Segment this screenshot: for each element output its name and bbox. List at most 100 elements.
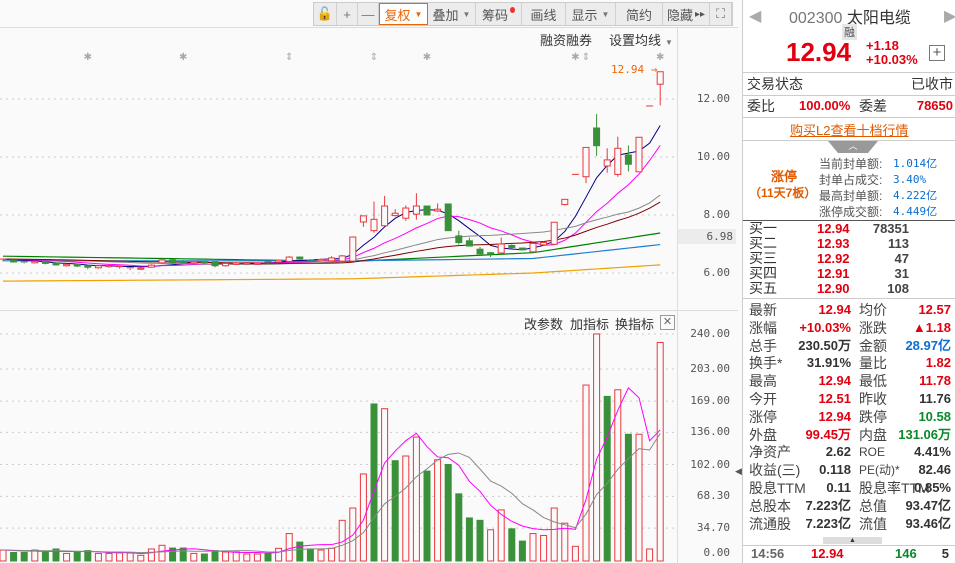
volume-bar[interactable] (593, 333, 601, 562)
volume-bar[interactable] (41, 551, 49, 562)
volume-bar[interactable] (624, 433, 632, 562)
bid-row[interactable]: 买二 12.93 113 (747, 236, 953, 252)
candle[interactable] (169, 259, 177, 264)
volume-bar[interactable] (381, 408, 389, 562)
event-arrow-icon[interactable]: ⇕ (582, 52, 590, 63)
volume-bar[interactable] (264, 552, 272, 562)
volume-bar[interactable] (359, 473, 367, 562)
volume-bar[interactable] (646, 548, 654, 562)
volume-bar[interactable] (94, 552, 102, 562)
candle[interactable] (285, 256, 293, 262)
volume-bar[interactable] (391, 460, 399, 562)
candle[interactable] (253, 262, 261, 265)
candle[interactable] (444, 203, 452, 232)
overlay-button[interactable]: 叠加 ▼ (428, 3, 476, 25)
volume-bar[interactable] (603, 395, 611, 562)
bid-row[interactable]: 买四 12.91 31 (747, 266, 953, 282)
add-indicator-button[interactable]: 加指标 (570, 314, 610, 333)
volume-bar[interactable] (253, 553, 261, 562)
candle[interactable] (317, 258, 325, 262)
volume-bar[interactable] (635, 433, 643, 562)
next-stock-icon[interactable]: ▶ (944, 6, 955, 26)
display-button[interactable]: 显示 ▼ (566, 3, 616, 25)
event-star-icon[interactable]: ✱ (571, 52, 579, 63)
candle[interactable] (222, 262, 230, 267)
volume-bar[interactable] (243, 553, 251, 562)
volume-bar[interactable] (20, 551, 28, 562)
zoom-out-button[interactable]: — (358, 3, 379, 25)
volume-bar[interactable] (0, 549, 7, 562)
volume-bar[interactable] (105, 552, 113, 562)
candle[interactable] (243, 261, 251, 265)
volume-bar[interactable] (73, 551, 81, 562)
volume-bar[interactable] (656, 341, 664, 562)
candle[interactable] (518, 247, 526, 251)
volume-bar[interactable] (434, 459, 442, 562)
event-arrow-icon[interactable]: ⇕ (370, 52, 378, 63)
zoom-in-button[interactable]: + (337, 3, 358, 25)
volume-bar[interactable] (317, 549, 325, 562)
volume-bar[interactable] (487, 529, 495, 562)
candle[interactable] (349, 236, 357, 262)
volume-bar[interactable] (31, 549, 39, 562)
volume-bar[interactable] (508, 528, 516, 562)
volume-bar[interactable] (126, 552, 134, 562)
volume-bar[interactable] (211, 550, 219, 562)
candle[interactable] (550, 221, 558, 245)
event-star-icon[interactable]: ✱ (179, 52, 187, 63)
volume-bar[interactable] (306, 548, 314, 562)
fullscreen-button[interactable]: ⛶ (710, 3, 732, 25)
volume-bar[interactable] (465, 517, 473, 562)
volume-bar[interactable] (296, 541, 304, 562)
candle[interactable] (52, 262, 60, 266)
lock-button[interactable]: 🔓 (314, 3, 337, 25)
volume-bar[interactable] (147, 548, 155, 562)
collapse-up-icon[interactable]: ︿ (828, 141, 878, 153)
candle[interactable] (561, 198, 569, 206)
kline-chart[interactable]: ✱ ✱ ⇕ ⇕ ✱ ✱ ⇕ ✱ (0, 0, 738, 563)
bid-row[interactable]: 买一 12.94 78351 (747, 221, 953, 237)
volume-bar[interactable] (518, 540, 526, 562)
chips-button[interactable]: 筹码 (476, 3, 522, 25)
volume-bar[interactable] (328, 547, 336, 562)
edit-params-button[interactable]: 改参数 (524, 314, 564, 333)
volume-bar[interactable] (571, 545, 579, 562)
candle[interactable] (296, 256, 304, 260)
simple-button[interactable]: 简约 (616, 3, 663, 25)
volume-bar[interactable] (497, 509, 505, 562)
candle[interactable] (63, 263, 71, 267)
candle[interactable] (10, 259, 18, 263)
candle[interactable] (137, 267, 145, 271)
volume-bar[interactable] (412, 436, 420, 562)
volume-bar[interactable] (285, 533, 293, 562)
candle[interactable] (338, 255, 346, 262)
candle[interactable] (232, 261, 240, 265)
volume-bar[interactable] (275, 547, 283, 562)
volume-bar[interactable] (423, 470, 431, 562)
candle[interactable] (147, 264, 155, 268)
volume-bar[interactable] (550, 507, 558, 562)
bid-row[interactable]: 买五 12.90 108 (747, 281, 953, 297)
volume-bar[interactable] (190, 552, 198, 562)
volume-bar[interactable] (540, 534, 548, 562)
volume-bar[interactable] (200, 553, 208, 562)
add-watchlist-icon[interactable]: + (929, 45, 945, 61)
volume-bar[interactable] (529, 533, 537, 562)
volume-bar[interactable] (232, 551, 240, 562)
volume-bar[interactable] (137, 554, 145, 562)
collapse-panel-handle[interactable]: ◀ (735, 462, 742, 480)
candle[interactable] (94, 265, 102, 269)
event-star-icon[interactable]: ✱ (84, 52, 92, 63)
event-star-icon[interactable]: ✱ (656, 52, 664, 63)
volume-bar[interactable] (582, 384, 590, 562)
prev-stock-icon[interactable]: ◀ (749, 6, 761, 26)
candle[interactable] (529, 242, 537, 253)
volume-bar[interactable] (476, 519, 484, 562)
event-star-icon[interactable]: ✱ (423, 52, 431, 63)
expand-ticks-icon[interactable]: ▲ (823, 537, 882, 544)
candle[interactable] (31, 260, 39, 264)
draw-line-button[interactable]: 画线 (522, 3, 566, 25)
volume-bar[interactable] (402, 455, 410, 562)
candle[interactable] (275, 259, 283, 263)
volume-bar[interactable] (444, 464, 452, 562)
